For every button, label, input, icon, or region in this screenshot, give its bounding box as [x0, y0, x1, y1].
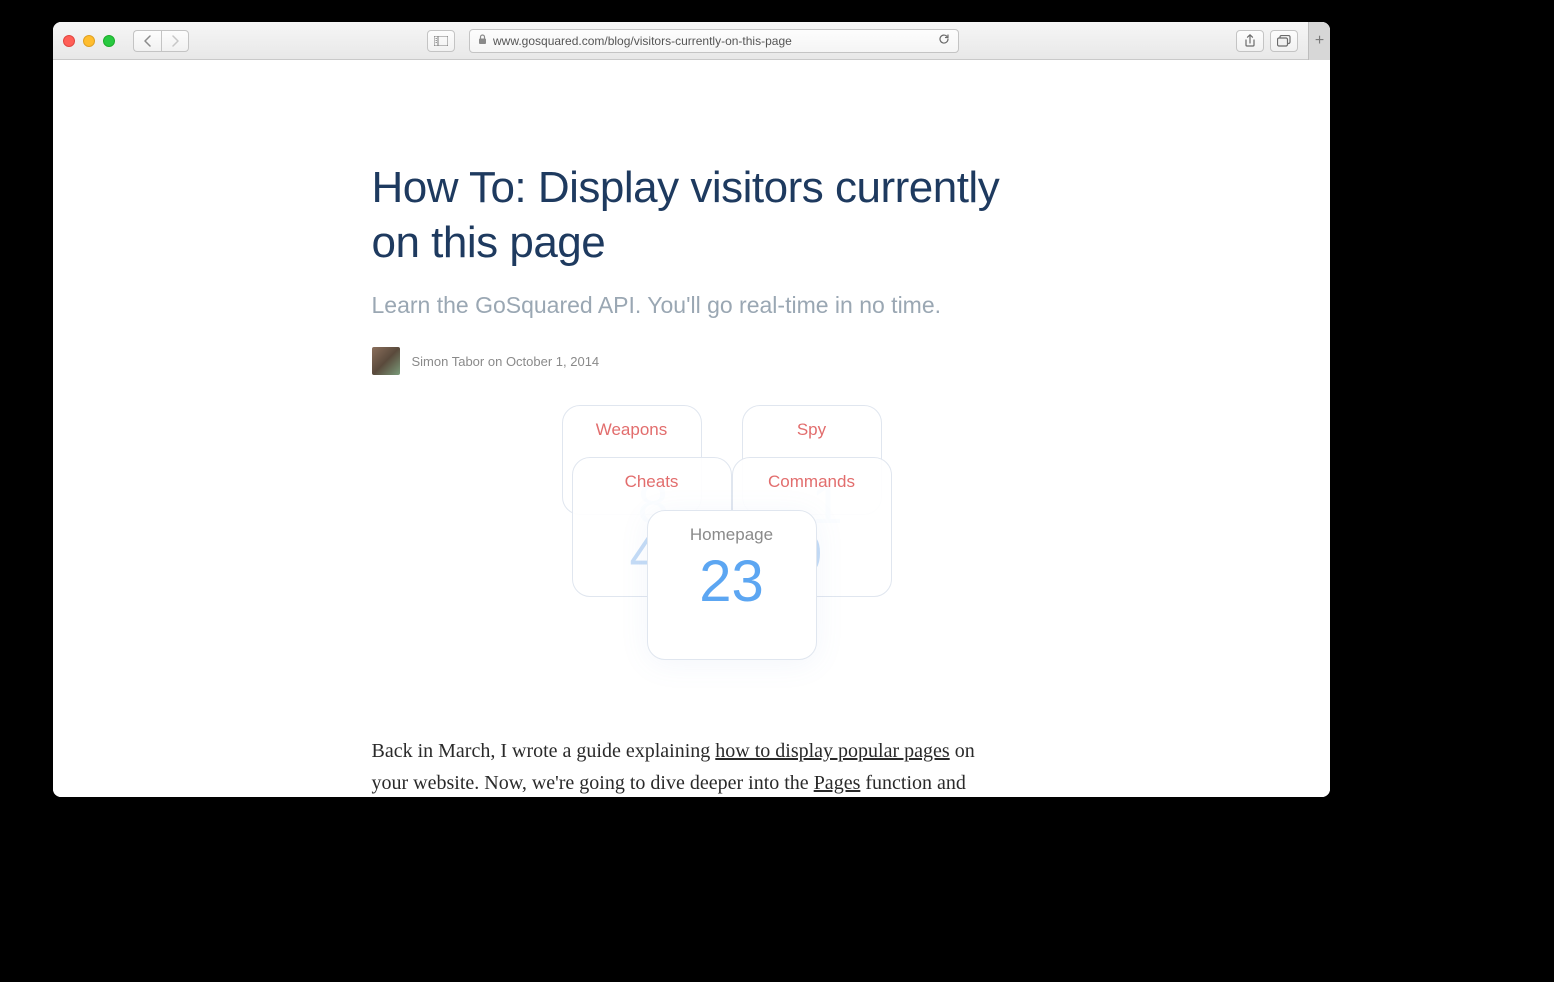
author-name: Simon Tabor: [412, 354, 485, 369]
browser-toolbar: www.gosquared.com/blog/visitors-currentl…: [53, 22, 1330, 60]
nav-buttons: [133, 30, 189, 52]
card-label: Homepage: [648, 525, 816, 545]
back-button[interactable]: [133, 30, 161, 52]
author-avatar: [372, 347, 400, 375]
safari-window: www.gosquared.com/blog/visitors-currentl…: [53, 22, 1330, 797]
link-pages[interactable]: Pages: [814, 772, 861, 794]
byline-joiner: on: [484, 354, 506, 369]
zoom-window-button[interactable]: [103, 35, 115, 47]
card-label: Cheats: [573, 472, 731, 492]
lock-icon: [478, 34, 487, 48]
sidebar-icon: [434, 36, 448, 46]
card-label: Commands: [733, 472, 891, 492]
new-tab-button[interactable]: +: [1308, 22, 1330, 60]
toolbar-right: +: [1236, 22, 1320, 60]
cards-illustration: Weapons Spy 8 1 Cheats Commands 4 9 Home…: [482, 405, 902, 685]
article-date: October 1, 2014: [506, 354, 599, 369]
article-title: How To: Display visitors currently on th…: [372, 160, 1012, 270]
share-icon: [1244, 34, 1256, 48]
window-controls: [63, 35, 115, 47]
plus-icon: +: [1315, 32, 1324, 50]
link-popular-pages[interactable]: how to display popular pages: [715, 740, 949, 762]
reload-icon: [938, 33, 950, 45]
reload-button[interactable]: [938, 33, 950, 48]
card-label: Weapons: [563, 420, 701, 440]
body-text: Back in March, I wrote a guide explainin…: [372, 740, 716, 762]
paragraph: Back in March, I wrote a guide explainin…: [372, 735, 1012, 797]
chevron-left-icon: [143, 35, 152, 47]
byline-text: Simon Tabor on October 1, 2014: [412, 354, 600, 369]
minimize-window-button[interactable]: [83, 35, 95, 47]
tabs-button[interactable]: [1270, 30, 1298, 52]
close-window-button[interactable]: [63, 35, 75, 47]
chevron-right-icon: [171, 35, 180, 47]
card-homepage: Homepage 23: [647, 510, 817, 660]
tabs-icon: [1277, 35, 1291, 47]
article-body: Back in March, I wrote a guide explainin…: [372, 735, 1012, 797]
share-button[interactable]: [1236, 30, 1264, 52]
card-label: Spy: [743, 420, 881, 440]
card-number: 23: [648, 553, 816, 611]
article-subtitle: Learn the GoSquared API. You'll go real-…: [372, 292, 1012, 319]
sidebar-toggle-button[interactable]: [427, 30, 455, 52]
forward-button[interactable]: [161, 30, 189, 52]
address-bar[interactable]: www.gosquared.com/blog/visitors-currentl…: [469, 29, 959, 53]
url-text: www.gosquared.com/blog/visitors-currentl…: [493, 34, 792, 48]
article: How To: Display visitors currently on th…: [372, 60, 1012, 797]
byline: Simon Tabor on October 1, 2014: [372, 347, 1012, 375]
page-content: How To: Display visitors currently on th…: [53, 60, 1330, 797]
